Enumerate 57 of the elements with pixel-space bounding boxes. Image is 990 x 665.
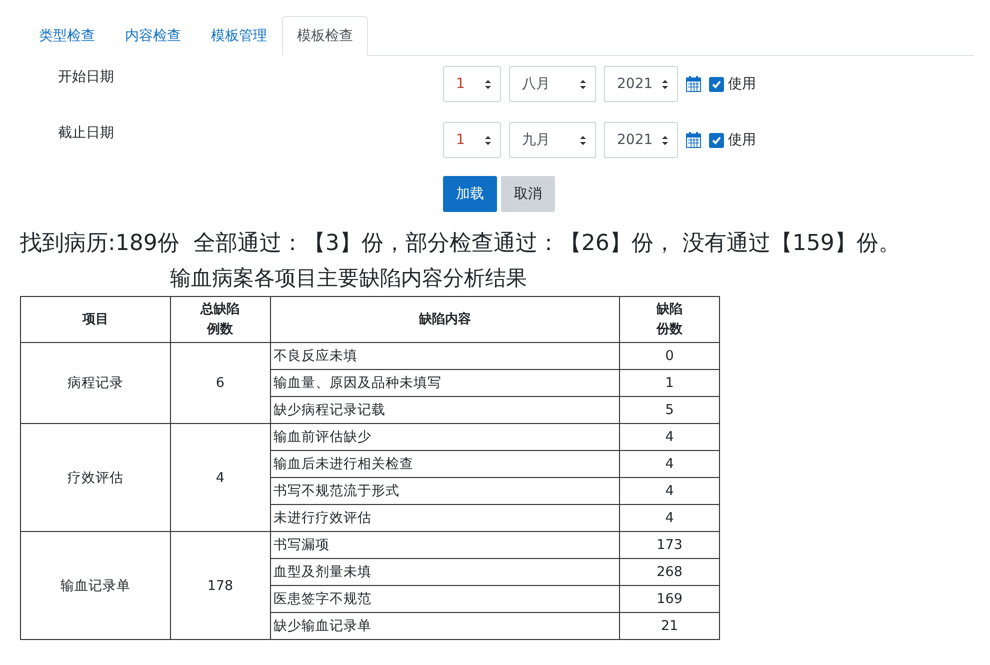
table-cell: 21 <box>620 612 720 640</box>
cancel-button[interactable]: 取消 <box>501 176 555 212</box>
column-header: 总缺陷例数 <box>170 296 270 342</box>
table-cell: 缺少输血记录单 <box>270 612 620 640</box>
chevron-icon <box>661 78 669 90</box>
use-checkbox[interactable] <box>709 132 724 148</box>
calendar-icon[interactable] <box>686 132 701 148</box>
table-cell: 输血记录单 <box>20 532 170 640</box>
tab[interactable]: 模板检查 <box>282 16 368 56</box>
table-cell: 血型及剂量未填 <box>270 558 620 586</box>
summary-text: 找到病历:189份 全部通过：【3】份，部分检查通过：【26】份， 没有通过【159】份。 <box>20 230 902 258</box>
day-select[interactable]: 1 <box>443 122 501 158</box>
table-cell: 173 <box>620 532 720 558</box>
chevron-icon <box>579 134 587 146</box>
table-cell: 疗效评估 <box>20 424 170 532</box>
column-header: 项目 <box>20 296 170 342</box>
table-cell: 缺少病程记录记载 <box>270 396 620 424</box>
day-select[interactable]: 1 <box>443 66 501 102</box>
table-cell: 6 <box>170 342 270 424</box>
table-title: 输血病案各项目主要缺陷内容分析结果 <box>170 265 528 292</box>
table-cell: 4 <box>170 424 270 532</box>
column-header: 缺陷份数 <box>620 296 720 342</box>
table-cell: 不良反应未填 <box>270 342 620 370</box>
chevron-icon <box>579 78 587 90</box>
table-cell: 1 <box>620 370 720 396</box>
table-cell: 4 <box>620 504 720 532</box>
column-header: 缺陷内容 <box>270 296 620 342</box>
use-checkbox[interactable] <box>709 76 724 92</box>
table-cell: 病程记录 <box>20 342 170 424</box>
checkbox-label: 使用 <box>728 131 756 149</box>
table-cell: 4 <box>620 450 720 478</box>
checkbox-label: 使用 <box>728 75 756 93</box>
table-cell: 输血前评估缺少 <box>270 424 620 450</box>
field-label: 截止日期 <box>57 124 115 142</box>
table-cell: 输血后未进行相关检查 <box>270 450 620 478</box>
month-select[interactable]: 八月 <box>509 66 596 102</box>
year-select[interactable]: 2021 <box>604 66 678 102</box>
table-cell: 4 <box>620 478 720 504</box>
table-cell: 0 <box>620 342 720 370</box>
table-cell: 未进行疗效评估 <box>270 504 620 532</box>
table-cell: 输血量、原因及品种未填写 <box>270 370 620 396</box>
table-cell: 书写不规范流于形式 <box>270 478 620 504</box>
table-cell: 医患签字不规范 <box>270 586 620 612</box>
table-cell: 178 <box>170 532 270 640</box>
table-cell: 268 <box>620 558 720 586</box>
calendar-icon[interactable] <box>686 76 701 92</box>
month-select[interactable]: 九月 <box>509 122 596 158</box>
chevron-icon <box>484 134 492 146</box>
field-label: 开始日期 <box>57 68 115 86</box>
table-cell: 169 <box>620 586 720 612</box>
chevron-icon <box>484 78 492 90</box>
year-select[interactable]: 2021 <box>604 122 678 158</box>
load-button[interactable]: 加载 <box>443 176 497 212</box>
table-cell: 5 <box>620 396 720 424</box>
chevron-icon <box>661 134 669 146</box>
table-cell: 4 <box>620 424 720 450</box>
table-cell: 书写漏项 <box>270 532 620 558</box>
